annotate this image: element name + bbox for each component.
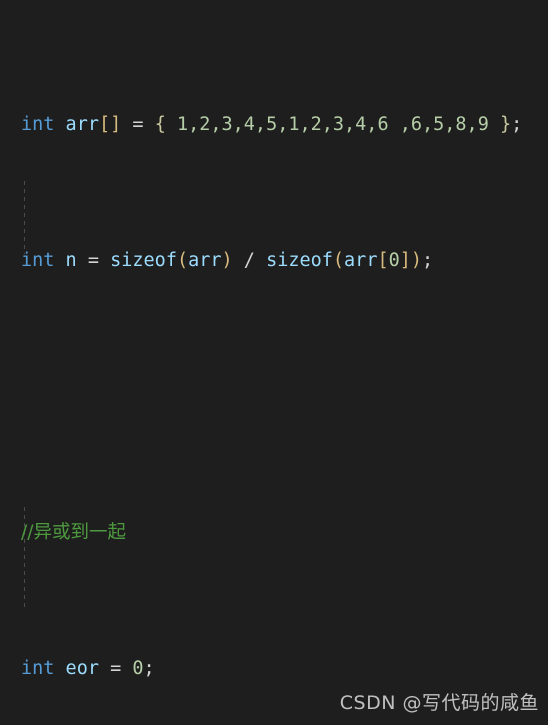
token-number: 0	[388, 249, 400, 271]
token-operator: =	[87, 249, 111, 271]
token-brace-close: }	[499, 113, 512, 135]
token-identifier: arr	[54, 113, 99, 135]
token-number-list: 1,2,3,4,5,1,2,3,4,6 ,6,5,8,9	[165, 113, 500, 135]
token-bracket-open: [	[377, 249, 389, 271]
code-line-2: int n = sizeof(arr) / sizeof(arr[0]);	[21, 247, 548, 274]
token-identifier: arr	[188, 249, 222, 271]
token-keyword: int	[21, 249, 55, 271]
code-line-3-blank	[21, 383, 548, 410]
token-brace-open: {	[154, 113, 166, 135]
code-line-4: //异或到一起	[21, 519, 548, 546]
token-operator: =	[121, 113, 155, 135]
token-keyword: int	[21, 657, 55, 679]
token-bracket-close: ]	[399, 249, 411, 271]
token-semicolon: ;	[511, 113, 523, 135]
token-sizeof: sizeof	[110, 249, 177, 271]
token-number: 0	[132, 657, 144, 679]
code-line-1: int arr[] = { 1,2,3,4,5,1,2,3,4,6 ,6,5,8…	[21, 111, 548, 138]
token-comment: //异或到一起	[21, 521, 126, 543]
token-operator: /	[232, 249, 267, 271]
token-sizeof: sizeof	[266, 249, 333, 271]
token-identifier: arr	[344, 249, 378, 271]
token-semicolon: ;	[422, 249, 434, 271]
token-bracket: []	[98, 113, 122, 135]
token-operator: =	[110, 657, 133, 679]
code-editor-screenshot: int arr[] = { 1,2,3,4,5,1,2,3,4,6 ,6,5,8…	[0, 0, 548, 725]
token-paren-open: (	[332, 249, 345, 271]
token-keyword: int	[21, 113, 55, 135]
token-paren-open: (	[176, 249, 189, 271]
token-paren-close: )	[410, 249, 423, 271]
token-paren-close: )	[221, 249, 233, 271]
code-content[interactable]: int arr[] = { 1,2,3,4,5,1,2,3,4,6 ,6,5,8…	[0, 2, 548, 725]
token-semicolon: ;	[143, 657, 155, 679]
code-line-5: int eor = 0;	[21, 655, 548, 682]
token-identifier: n	[54, 249, 88, 271]
token-identifier: eor	[54, 657, 111, 679]
